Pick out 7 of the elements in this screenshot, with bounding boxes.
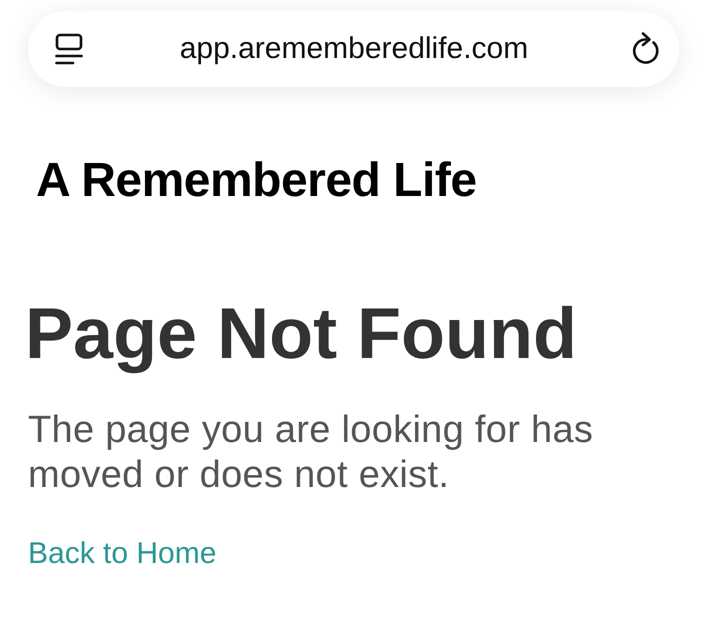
error-message: The page you are looking for has moved or does not exist. [28, 408, 594, 498]
error-heading: Page Not Found [25, 293, 577, 376]
address-bar[interactable]: app.arememberedlife.com [28, 11, 679, 87]
site-title: A Remembered Life [36, 153, 477, 208]
page-lines-icon[interactable] [55, 33, 83, 65]
url-text[interactable]: app.arememberedlife.com [77, 32, 631, 66]
reload-icon[interactable] [631, 32, 661, 66]
